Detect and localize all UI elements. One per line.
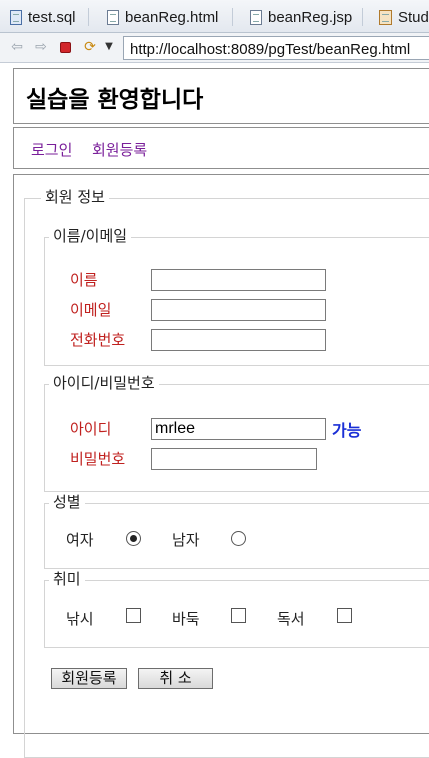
email-input[interactable] xyxy=(151,299,326,321)
password-input[interactable] xyxy=(151,448,317,470)
sql-file-icon xyxy=(10,9,22,25)
url-input[interactable] xyxy=(123,36,429,60)
phone-label: 전화번호 xyxy=(70,331,126,349)
page-title: 실습을 환영합니다 xyxy=(26,87,204,113)
html-file-icon xyxy=(107,9,119,25)
tab-divider xyxy=(232,8,233,26)
male-radio[interactable] xyxy=(231,531,246,546)
baduk-label: 바둑 xyxy=(172,610,200,628)
java-file-icon xyxy=(379,9,392,25)
id-availability-status: 가능 xyxy=(332,421,362,440)
tab-divider xyxy=(88,8,89,26)
gender-legend: 성별 xyxy=(49,493,85,511)
login-link[interactable]: 로그인 xyxy=(31,139,72,160)
jsp-file-icon xyxy=(250,9,262,25)
refresh-icon[interactable]: ⟳ xyxy=(82,39,98,55)
header-frame: 실습을 환영합니다 xyxy=(13,68,429,124)
tab-label: beanReg.html xyxy=(125,8,219,26)
tab-stud[interactable]: Stud xyxy=(379,6,429,28)
stop-icon[interactable] xyxy=(60,42,71,53)
fishing-checkbox[interactable] xyxy=(126,608,141,623)
tab-label: Stud xyxy=(398,8,429,26)
tab-beanreg-jsp[interactable]: beanReg.jsp xyxy=(250,6,352,28)
nav-frame: 로그인 회원등록 xyxy=(13,127,429,169)
name-input[interactable] xyxy=(151,269,326,291)
editor-tab-bar: test.sql beanReg.html beanReg.jsp Stud xyxy=(0,0,429,33)
tab-beanreg-html[interactable]: beanReg.html xyxy=(107,6,218,28)
form-frame: 회원 정보 이름/이메일 이름 이메일 전화번호 아이디/비밀번호 아이디 가능… xyxy=(13,174,429,758)
chevron-down-icon[interactable]: ▼ xyxy=(101,39,117,55)
cancel-button[interactable]: 취 소 xyxy=(138,668,213,689)
female-label: 여자 xyxy=(66,531,94,549)
name-label: 이름 xyxy=(70,271,98,289)
tab-test-sql[interactable]: test.sql xyxy=(10,6,76,28)
hobby-legend: 취미 xyxy=(49,570,85,588)
reading-label: 독서 xyxy=(277,610,305,628)
back-arrow-icon[interactable]: ⇦ xyxy=(9,39,25,55)
reading-checkbox[interactable] xyxy=(337,608,352,623)
phone-input[interactable] xyxy=(151,329,326,351)
name-email-legend: 이름/이메일 xyxy=(49,227,132,245)
id-password-legend: 아이디/비밀번호 xyxy=(49,374,159,392)
baduk-checkbox[interactable] xyxy=(231,608,246,623)
browser-toolbar: ⇦ ⇨ ⟳ ▼ xyxy=(0,33,429,63)
forward-arrow-icon[interactable]: ⇨ xyxy=(33,39,49,55)
submit-button[interactable]: 회원등록 xyxy=(51,668,127,689)
id-input[interactable] xyxy=(151,418,326,440)
tab-label: test.sql xyxy=(28,8,76,26)
fishing-label: 낚시 xyxy=(66,610,94,628)
member-info-legend: 회원 정보 xyxy=(41,188,109,206)
password-label: 비밀번호 xyxy=(70,450,126,468)
tab-divider xyxy=(362,8,363,26)
email-label: 이메일 xyxy=(70,301,112,319)
tab-label: beanReg.jsp xyxy=(268,8,353,26)
register-link[interactable]: 회원등록 xyxy=(92,139,147,160)
male-label: 남자 xyxy=(172,531,200,549)
female-radio[interactable] xyxy=(126,531,141,546)
id-label: 아이디 xyxy=(70,420,112,438)
